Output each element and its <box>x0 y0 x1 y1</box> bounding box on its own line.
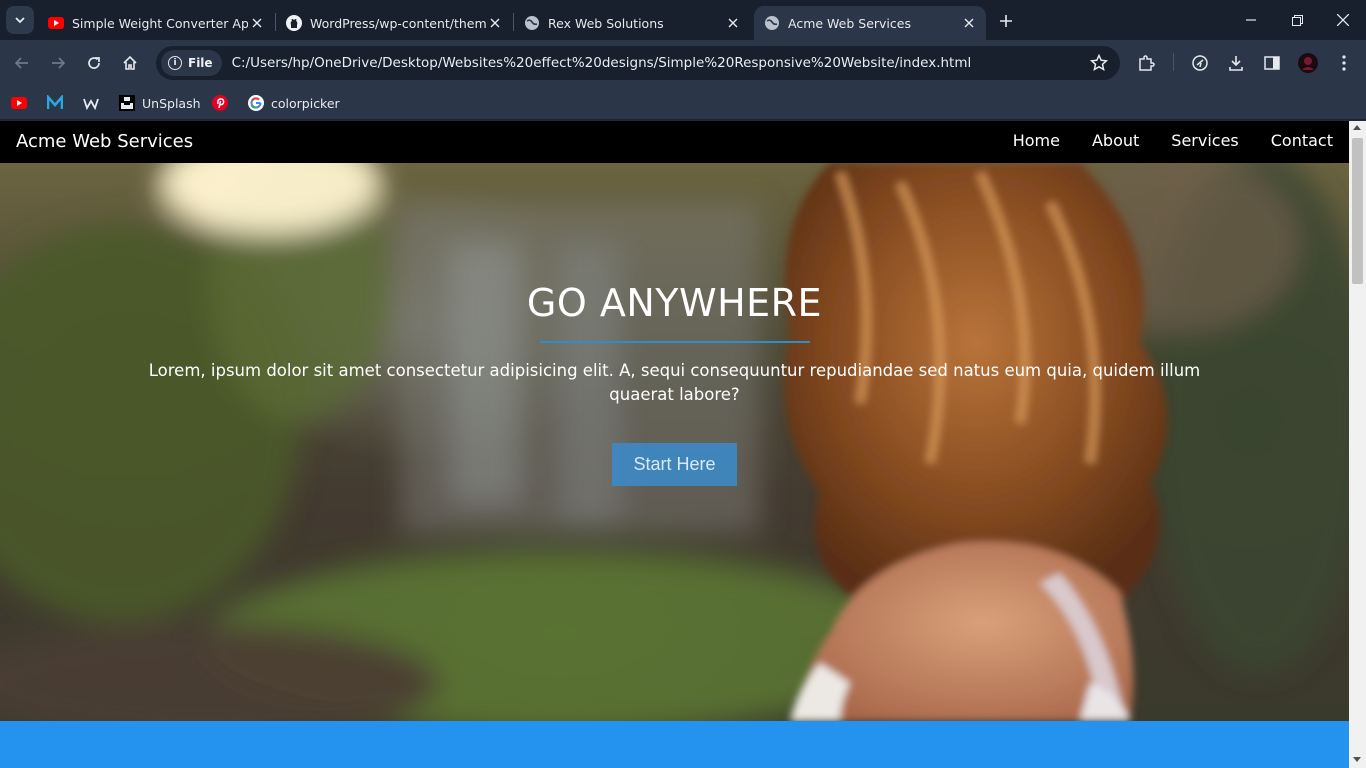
site-brand[interactable]: Acme Web Services <box>16 131 193 152</box>
scroll-down-arrow-icon[interactable] <box>1353 757 1361 762</box>
nav-link-services[interactable]: Services <box>1171 131 1238 150</box>
close-icon <box>1337 14 1349 26</box>
restore-icon <box>1291 14 1303 26</box>
bookmark-youtube[interactable] <box>11 92 34 114</box>
download-icon <box>1229 56 1243 71</box>
menu-button[interactable] <box>1332 51 1356 75</box>
reload-icon <box>88 57 100 69</box>
scheme-label: File <box>188 56 213 70</box>
hero-section: GO ANYWHERE Lorem, ipsum dolor sit amet … <box>0 163 1349 721</box>
arrow-right-icon <box>52 57 66 69</box>
tab-strip: Simple Weight Converter App W WordPress/… <box>0 0 1366 40</box>
side-panel-icon <box>1264 56 1280 70</box>
performance-button[interactable] <box>1188 51 1212 75</box>
forward-button[interactable] <box>44 49 72 77</box>
scrollbar-thumb[interactable] <box>1352 138 1363 284</box>
tab-wordpress-github[interactable]: WordPress/wp-content/themes <box>276 6 512 40</box>
tab-title: Simple Weight Converter App W <box>72 15 248 31</box>
hero-content: GO ANYWHERE Lorem, ipsum dolor sit amet … <box>0 163 1349 721</box>
tab-acme-web-services[interactable]: Acme Web Services <box>754 6 986 40</box>
minimize-icon <box>1246 19 1256 21</box>
toolbar-divider <box>1173 53 1174 71</box>
bookmark-label: UnSplash <box>142 95 201 111</box>
site-nav-menu: Home About Services Contact <box>981 131 1333 150</box>
info-icon: i <box>168 56 182 70</box>
bookmark-label: colorpicker <box>271 95 340 111</box>
site-navbar: Acme Web Services Home About Services Co… <box>0 121 1349 163</box>
close-icon[interactable] <box>960 14 978 32</box>
youtube-icon <box>48 15 64 31</box>
hero-divider <box>540 341 810 343</box>
browser-toolbar: i File C:/Users/hp/OneDrive/Desktop/Webs… <box>0 40 1366 86</box>
kebab-menu-icon <box>1342 55 1346 71</box>
tab-title: Rex Web Solutions <box>548 15 664 31</box>
tab-rex-web-solutions[interactable]: Rex Web Solutions <box>514 6 750 40</box>
tab-title: WordPress/wp-content/themes <box>310 15 486 31</box>
bookmark-star-icon[interactable] <box>1089 53 1109 76</box>
blue-section-band <box>0 721 1349 768</box>
pinterest-icon <box>212 95 228 111</box>
nav-link-home[interactable]: Home <box>1013 131 1060 150</box>
webflow-icon <box>83 95 99 111</box>
bookmark-pinterest[interactable] <box>212 92 235 114</box>
google-icon <box>248 95 264 111</box>
hero-description: Lorem, ipsum dolor sit amet consectetur … <box>148 361 1201 404</box>
globe-icon <box>524 15 540 31</box>
close-icon[interactable] <box>248 14 266 32</box>
page-scrollbar[interactable] <box>1349 121 1366 768</box>
globe-icon <box>764 15 780 31</box>
puzzle-icon <box>1139 55 1155 71</box>
medium-m-icon <box>47 95 63 111</box>
close-window-button[interactable] <box>1320 6 1366 34</box>
home-button[interactable] <box>116 49 144 77</box>
back-button[interactable] <box>8 49 36 77</box>
avatar-icon <box>1298 53 1318 73</box>
tab-search-button[interactable] <box>6 6 34 34</box>
bookmark-webflow[interactable] <box>83 92 106 114</box>
restore-button[interactable] <box>1274 6 1320 34</box>
scroll-up-arrow-icon[interactable] <box>1353 125 1361 130</box>
nav-link-about[interactable]: About <box>1092 131 1139 150</box>
hero-title: GO ANYWHERE <box>526 281 823 325</box>
start-here-button[interactable]: Start Here <box>612 443 737 486</box>
bookmark-colorpicker[interactable]: colorpicker <box>248 92 340 114</box>
tab-title: Acme Web Services <box>788 15 911 31</box>
arrow-left-icon <box>14 57 28 69</box>
plus-icon <box>1000 15 1012 27</box>
extensions-button[interactable] <box>1134 51 1158 75</box>
address-bar[interactable]: i File C:/Users/hp/OneDrive/Desktop/Webs… <box>156 46 1120 80</box>
reload-button[interactable] <box>80 49 108 77</box>
tab-weight-converter[interactable]: Simple Weight Converter App W <box>38 6 274 40</box>
bookmark-unsplash[interactable]: UnSplash <box>119 92 201 114</box>
speedometer-icon <box>1192 55 1208 71</box>
url-text[interactable]: C:/Users/hp/OneDrive/Desktop/Websites%20… <box>232 55 972 71</box>
site-info-chip[interactable]: i File <box>161 50 222 76</box>
downloads-button[interactable] <box>1224 51 1248 75</box>
chevron-down-icon <box>15 17 25 24</box>
side-panel-button[interactable] <box>1260 51 1284 75</box>
new-tab-button[interactable] <box>994 10 1018 32</box>
close-icon[interactable] <box>724 14 742 32</box>
home-icon <box>123 55 137 70</box>
close-icon[interactable] <box>486 14 504 32</box>
bookmarks-bar: UnSplash colorpicker <box>0 86 1366 120</box>
nav-link-contact[interactable]: Contact <box>1271 131 1333 150</box>
bookmark-medium[interactable] <box>47 92 70 114</box>
unsplash-icon <box>119 95 135 111</box>
github-icon <box>286 15 302 31</box>
youtube-icon <box>11 95 27 111</box>
page-viewport: Acme Web Services Home About Services Co… <box>0 121 1349 768</box>
minimize-button[interactable] <box>1228 6 1274 34</box>
profile-avatar-button[interactable] <box>1296 51 1320 75</box>
